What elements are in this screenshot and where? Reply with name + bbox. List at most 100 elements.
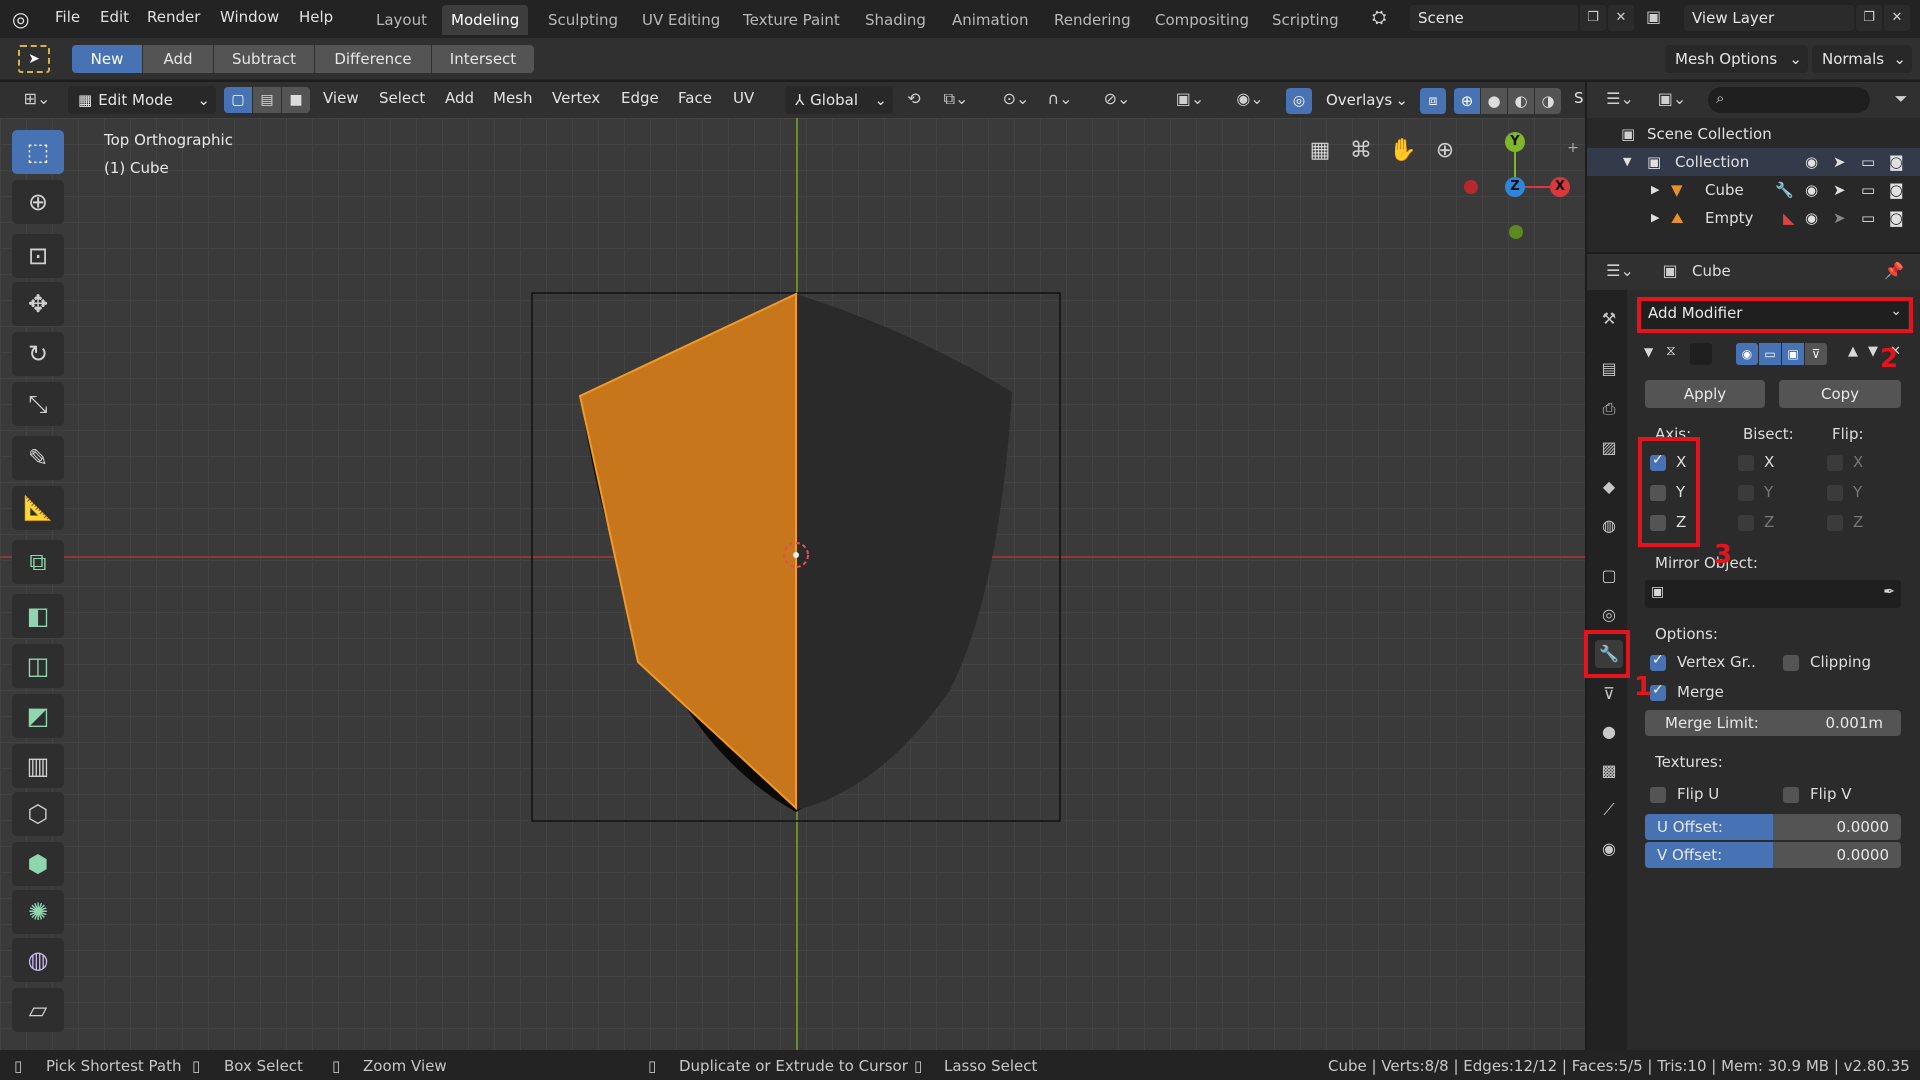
world-tab-icon[interactable]: ◍ [1595, 512, 1623, 540]
vertex-select-mode-icon[interactable]: ▢ [224, 87, 252, 113]
inset-tool[interactable]: ◫ [12, 644, 64, 688]
bisect-x-checkbox[interactable] [1738, 455, 1754, 471]
scale-tool[interactable]: ⤡ [12, 382, 64, 426]
rotate-tool[interactable]: ↻ [12, 332, 64, 376]
tab-uv-editing[interactable]: UV Editing [633, 5, 729, 35]
pivot-icon[interactable]: ⟲ [902, 89, 926, 108]
object-data-tab-icon[interactable]: ⊽ [1595, 680, 1623, 708]
normals-dropdown[interactable]: Normals ⌄ [1812, 45, 1912, 73]
selectable-icon[interactable]: ➤ [1833, 176, 1846, 204]
zoom-icon[interactable]: ⊕ [1430, 138, 1460, 163]
render-visible-icon[interactable]: ◙ [1889, 176, 1904, 204]
tab-modeling[interactable]: Modeling [442, 5, 529, 35]
solid-shading-icon[interactable]: ● [1481, 88, 1507, 114]
tab-compositing[interactable]: Compositing [1146, 5, 1258, 35]
edge-select-mode-icon[interactable]: ▤ [253, 87, 281, 113]
mesh-object[interactable] [530, 290, 1070, 830]
viewport-visible-icon[interactable]: ▭ [1861, 148, 1875, 176]
move-tool[interactable]: ✥ [12, 282, 64, 326]
overlays-dropdown[interactable]: Overlays ⌄ [1316, 86, 1412, 114]
move-up-icon[interactable]: ▲ [1848, 344, 1858, 359]
flip-y-checkbox[interactable] [1827, 485, 1843, 501]
transform-orientation-dropdown[interactable]: ⅄ Global ⌄ [785, 86, 893, 114]
editor-type-icon[interactable]: ⊞⌄ [20, 89, 54, 108]
render-visible-icon[interactable]: ◙ [1889, 148, 1904, 176]
render-visible-icon[interactable]: ◙ [1889, 204, 1904, 232]
eye-icon[interactable]: ◉ [1805, 148, 1818, 176]
spin-tool[interactable]: ✺ [12, 890, 64, 934]
falloff-icon[interactable]: ∩⌄ [1040, 89, 1080, 108]
annotate-tool[interactable]: ✎ [12, 436, 64, 480]
bisect-z-checkbox[interactable] [1738, 515, 1754, 531]
show-gizmo-icon[interactable]: ◉⌄ [1228, 89, 1272, 108]
edit-mode-dropdown[interactable]: ▦ Edit Mode ⌄ [68, 86, 216, 114]
tab-sculpting[interactable]: Sculpting [539, 5, 627, 35]
loop-cut-tool[interactable]: ▥ [12, 744, 64, 788]
mesh-options-dropdown[interactable]: Mesh Options ⌄ [1665, 45, 1808, 73]
menu-mesh[interactable]: Mesh [493, 89, 533, 107]
gizmo-x-circle[interactable]: X [1550, 177, 1570, 197]
u-offset-field[interactable]: U Offset: 0.0000 [1645, 814, 1901, 840]
gizmo-neg-y-dot[interactable] [1509, 225, 1523, 239]
physics-tab-icon[interactable]: ◉ [1595, 835, 1623, 863]
menu-help[interactable]: Help [299, 8, 333, 26]
snap-icon[interactable]: ⧉⌄ [936, 89, 976, 109]
camera-icon[interactable]: ⌘ [1346, 138, 1376, 163]
flip-v-checkbox[interactable] [1783, 787, 1799, 803]
selectable-icon[interactable]: ➤ [1833, 204, 1846, 232]
eye-icon[interactable]: ◉ [1805, 204, 1818, 232]
object-type-visibility-icon[interactable]: ▣⌄ [1170, 89, 1210, 108]
smooth-tool[interactable]: ◍ [12, 938, 64, 982]
object-tab-icon[interactable]: ▢ [1595, 562, 1623, 590]
copy-button[interactable]: Copy [1779, 380, 1901, 408]
view-layer-tab-icon[interactable]: ▨ [1595, 434, 1623, 462]
menu-file[interactable]: File [55, 8, 80, 26]
gizmo-y-circle[interactable]: Y [1505, 132, 1525, 152]
menu-edge[interactable]: Edge [621, 89, 659, 107]
flip-x-checkbox[interactable] [1827, 455, 1843, 471]
outliner-empty-row[interactable]: ▶ ⛰ Empty ◣ ◉ ➤ ▭ ◙ [1587, 204, 1920, 232]
menu-select[interactable]: Select [379, 89, 425, 107]
outliner-cube-row[interactable]: ▶ ▼ Cube 🔧 ◉ ➤ ▭ ◙ [1587, 176, 1920, 204]
vertex-groups-checkbox[interactable] [1650, 652, 1666, 671]
tool-tab-icon[interactable]: ⚒ [1595, 305, 1623, 333]
blender-logo-icon[interactable]: ◎ [12, 7, 36, 31]
display-mode-icon[interactable]: ▣⌄ [1652, 89, 1692, 108]
tab-layout[interactable]: Layout [367, 5, 436, 35]
viewport-visible-icon[interactable]: ▭ [1861, 176, 1875, 204]
tab-scripting[interactable]: Scripting [1263, 5, 1348, 35]
cage-toggle-icon[interactable]: ⊽ [1805, 343, 1827, 365]
mode-subtract-button[interactable]: Subtract [214, 45, 314, 73]
render-tab-icon[interactable]: ▤ [1595, 355, 1623, 383]
close-view-layer-icon[interactable]: ✕ [1884, 5, 1910, 31]
mirror-object-field[interactable]: ▣ ✒ [1645, 580, 1901, 608]
copy-scene-icon[interactable]: ❐ [1580, 5, 1606, 31]
modifier-name-field[interactable] [1690, 343, 1712, 365]
material-tab-icon[interactable]: ● [1595, 718, 1623, 746]
pin-icon[interactable]: 📌 [1882, 261, 1906, 280]
poly-build-tool[interactable]: ⬢ [12, 842, 64, 886]
tab-rendering[interactable]: Rendering [1045, 5, 1140, 35]
menu-edit[interactable]: Edit [100, 8, 129, 26]
tab-animation[interactable]: Animation [943, 5, 1037, 35]
knife-tool[interactable]: ⬡ [12, 792, 64, 836]
merge-checkbox[interactable] [1650, 682, 1666, 701]
rendered-shading-icon[interactable]: ◑ [1535, 88, 1561, 114]
mode-intersect-button[interactable]: Intersect [432, 45, 534, 73]
gizmo-z-circle[interactable]: Z [1505, 177, 1525, 197]
outliner-search-field[interactable]: ⌕ [1708, 87, 1870, 113]
menu-face[interactable]: Face [678, 89, 712, 107]
filter-icon[interactable]: ⏷ [1888, 89, 1914, 109]
outliner-editor-type-icon[interactable]: ☰⌄ [1600, 89, 1640, 108]
copy-view-layer-icon[interactable]: ❐ [1856, 5, 1882, 31]
shading-options-label[interactable]: S [1574, 89, 1584, 107]
tab-shading[interactable]: Shading [856, 5, 935, 35]
select-tool-icon[interactable]: ➤ [18, 45, 50, 73]
output-tab-icon[interactable]: ⎙ [1595, 395, 1623, 423]
select-box-tool[interactable]: ⬚ [12, 130, 64, 174]
outliner-scene-collection[interactable]: ▣ Scene Collection [1587, 120, 1920, 148]
material-shading-icon[interactable]: ◐ [1508, 88, 1534, 114]
menu-view[interactable]: View [323, 89, 359, 107]
outliner-collection-row[interactable]: ▼ ▣ Collection ◉ ➤ ▭ ◙ [1587, 148, 1920, 176]
render-toggle-icon[interactable]: ▣ [1782, 343, 1804, 365]
